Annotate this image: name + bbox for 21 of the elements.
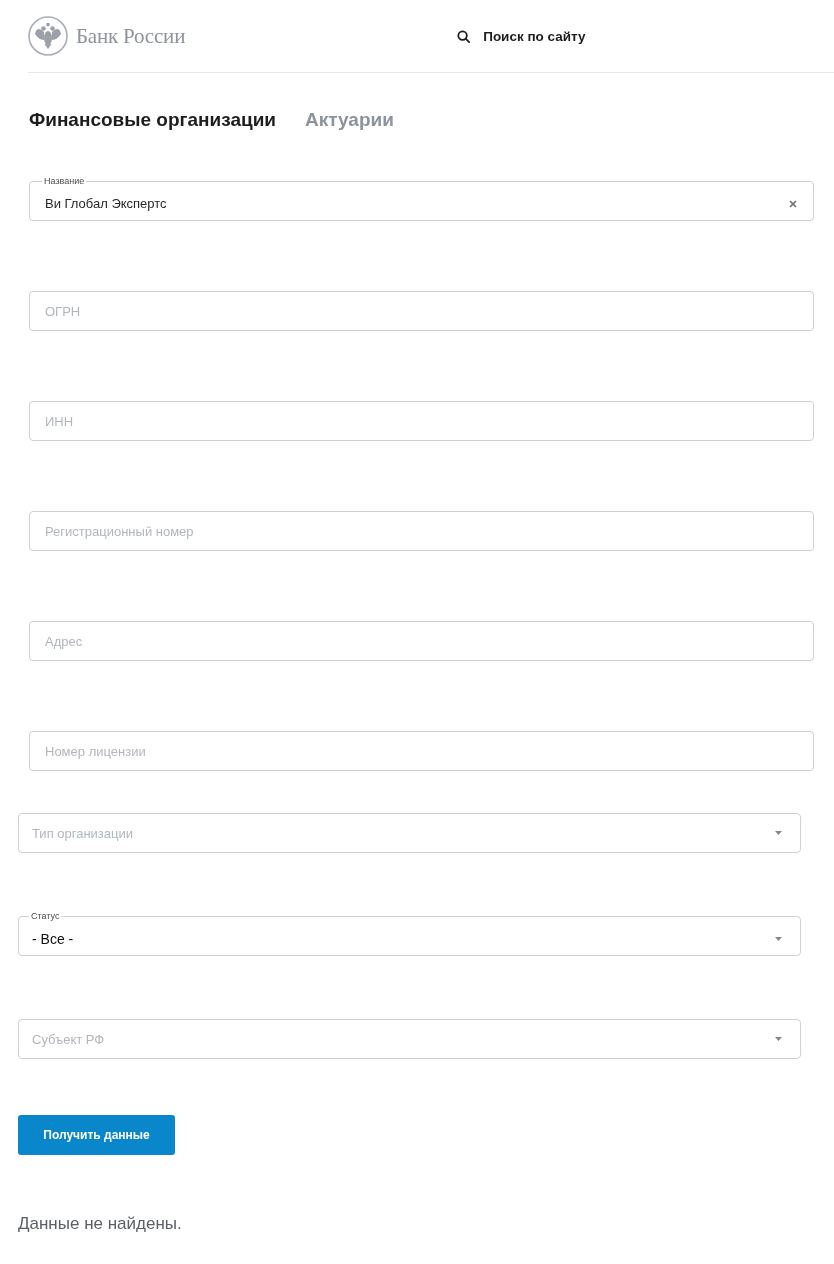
search-button[interactable]: Поиск по сайту	[457, 28, 586, 44]
text-field[interactable]: Название Ви Глобал Экспертс	[29, 176, 814, 221]
caret-icon	[775, 936, 782, 941]
no-data-message: Данные не найдены.	[18, 1213, 182, 1235]
tab[interactable]: Финансовые организации	[29, 108, 276, 132]
logo-text: Банк России	[76, 23, 186, 49]
dropdown[interactable]: Статус - Все -	[18, 911, 801, 956]
text-input[interactable]: Ви Глобал Экспертс	[30, 187, 781, 220]
caret-icon	[775, 831, 782, 835]
floating-label: Статус	[30, 911, 61, 922]
text-field[interactable]: ИНН	[29, 401, 814, 441]
text-field[interactable]: Регистрационный номер	[29, 511, 814, 551]
clear-icon[interactable]	[789, 199, 797, 208]
text-field[interactable]: ОГРН	[29, 291, 814, 331]
caret-icon	[775, 1037, 782, 1041]
text-field[interactable]: Адрес	[29, 621, 814, 661]
eagle-emblem-icon	[28, 16, 68, 56]
floating-label: Название	[43, 176, 86, 187]
text-field[interactable]: Номер лицензии	[29, 731, 814, 771]
search-icon	[457, 29, 471, 43]
submit-button[interactable]: Получить данные	[18, 1115, 175, 1155]
